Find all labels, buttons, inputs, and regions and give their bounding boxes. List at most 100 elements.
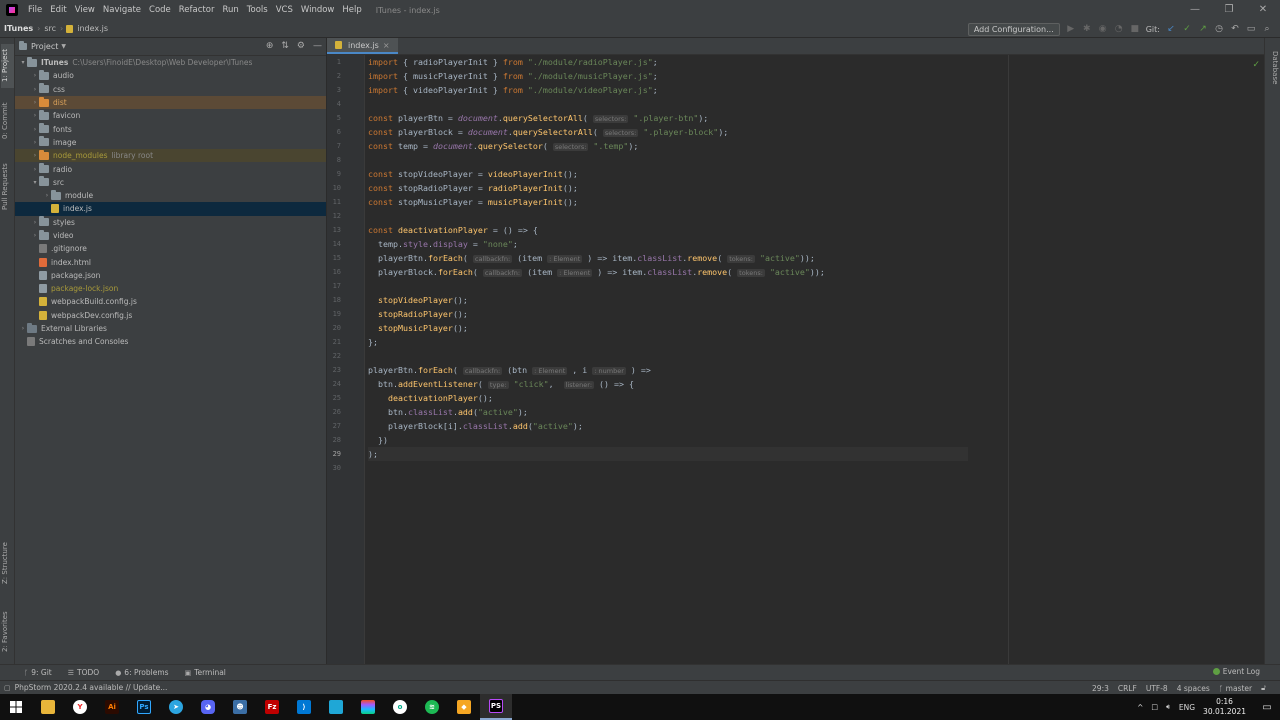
menu-code[interactable]: Code — [145, 5, 175, 15]
rollback-icon[interactable]: ↶ — [1230, 24, 1240, 34]
taskbar-photoshop[interactable]: Ps — [128, 694, 160, 720]
file-encoding[interactable]: UTF-8 — [1146, 684, 1168, 693]
taskbar-app-cyan[interactable] — [320, 694, 352, 720]
chevron-right-icon[interactable]: › — [31, 72, 39, 79]
breadcrumb-file[interactable]: index.js — [73, 24, 112, 33]
chevron-down-icon[interactable]: ▼ — [61, 43, 66, 50]
tree-item[interactable]: ▾ ITunes C:\Users\FinoidE\Desktop\Web Deve… — [15, 56, 326, 69]
tree-item[interactable]: › css — [15, 83, 326, 96]
tab-index-js[interactable]: index.js × — [327, 38, 398, 54]
minimize-button[interactable]: — — [1178, 0, 1212, 20]
tree-item[interactable]: ▾ src — [15, 176, 326, 189]
cursor-position[interactable]: 29:3 — [1092, 684, 1109, 693]
layout-icon[interactable]: ▭ — [1246, 24, 1256, 34]
profile-icon[interactable]: ◔ — [1114, 24, 1124, 34]
notifications-icon[interactable]: ▭ — [1254, 702, 1280, 713]
taskbar-people[interactable]: ☻ — [224, 694, 256, 720]
chevron-right-icon[interactable]: › — [31, 126, 39, 133]
tree-item[interactable]: .gitignore — [15, 242, 326, 255]
chevron-right-icon[interactable]: › — [31, 219, 39, 226]
run-icon[interactable]: ▶ — [1066, 24, 1076, 34]
tool-git[interactable]: ᚴ 9: Git — [16, 668, 60, 677]
chevron-down-icon[interactable]: ▾ — [31, 179, 39, 186]
language-indicator[interactable]: ENG — [1179, 703, 1195, 712]
tool-tab-project[interactable]: 1: Project — [1, 44, 14, 88]
menu-vcs[interactable]: VCS — [272, 5, 297, 15]
line-separator[interactable]: CRLF — [1118, 684, 1137, 693]
taskbar-figma[interactable] — [352, 694, 384, 720]
network-icon[interactable]: ☐ — [1151, 703, 1158, 712]
tree-item[interactable]: webpackBuild.config.js — [15, 295, 326, 308]
git-branch[interactable]: ᚴ master — [1219, 684, 1252, 693]
tool-terminal[interactable]: ▣ Terminal — [177, 668, 234, 677]
chevron-right-icon[interactable]: › — [31, 232, 39, 239]
tool-problems[interactable]: ● 6: Problems — [107, 668, 176, 677]
clock[interactable]: 0:16 30.01.2021 — [1203, 697, 1246, 717]
gear-icon[interactable]: ⚙ — [297, 41, 305, 51]
no-problems-check-icon[interactable]: ✓ — [1252, 60, 1260, 70]
menu-tools[interactable]: Tools — [243, 5, 272, 15]
volume-icon[interactable]: 🔉︎ — [1166, 702, 1171, 712]
add-configuration-button[interactable]: Add Configuration... — [967, 22, 1060, 36]
maximize-button[interactable]: ❐ — [1212, 0, 1246, 20]
chevron-right-icon[interactable]: › — [43, 192, 51, 199]
chevron-right-icon[interactable]: › — [31, 99, 39, 106]
menu-window[interactable]: Window — [297, 5, 339, 15]
tool-tab-database[interactable]: Database — [1266, 46, 1279, 90]
menu-file[interactable]: File — [24, 5, 46, 15]
tree-item[interactable]: index.js — [15, 202, 326, 216]
tree-item[interactable]: › image — [15, 136, 326, 149]
menu-view[interactable]: View — [71, 5, 99, 15]
tree-item[interactable]: › favicon — [15, 109, 326, 122]
chevron-right-icon[interactable]: › — [31, 166, 39, 173]
chevron-right-icon[interactable]: › — [31, 112, 39, 119]
git-commit-icon[interactable]: ✓ — [1182, 24, 1192, 34]
menu-run[interactable]: Run — [218, 5, 242, 15]
tree-item[interactable]: › External Libraries — [15, 322, 326, 335]
tree-item[interactable]: Scratches and Consoles — [15, 335, 326, 348]
tool-tab-commit[interactable]: 0: Commit — [1, 98, 14, 144]
menu-navigate[interactable]: Navigate — [99, 5, 145, 15]
tree-item[interactable]: › styles — [15, 216, 326, 229]
breadcrumb-src[interactable]: src — [40, 24, 60, 33]
taskbar-app-orange[interactable]: ◆ — [448, 694, 480, 720]
tool-tab-favorites[interactable]: 2: Favorites — [1, 606, 14, 658]
tree-item[interactable]: › node_modules library root — [15, 149, 326, 163]
taskbar-vscode[interactable]: ⟩ — [288, 694, 320, 720]
start-button[interactable] — [0, 694, 32, 720]
tree-item[interactable]: package.json — [15, 269, 326, 282]
history-icon[interactable]: ◷ — [1214, 24, 1224, 34]
debug-icon[interactable]: ✱ — [1082, 24, 1092, 34]
lock-icon[interactable]: 🔓︎ — [1261, 683, 1266, 693]
tree-item[interactable]: › audio — [15, 69, 326, 82]
tool-tab-pull-requests[interactable]: Pull Requests — [1, 156, 14, 218]
tree-item[interactable]: index.html — [15, 255, 326, 268]
taskbar-yandex[interactable]: Y — [64, 694, 96, 720]
taskbar-app-green[interactable]: o — [384, 694, 416, 720]
close-button[interactable]: ✕ — [1246, 0, 1280, 20]
tree-item[interactable]: webpackDev.config.js — [15, 309, 326, 322]
menu-refactor[interactable]: Refactor — [175, 5, 219, 15]
taskbar-spotify[interactable]: ≋ — [416, 694, 448, 720]
git-update-icon[interactable]: ↙ — [1166, 24, 1176, 34]
chevron-right-icon[interactable]: › — [31, 152, 39, 159]
chevron-right-icon[interactable]: › — [31, 139, 39, 146]
collapse-all-icon[interactable]: ⇅ — [281, 41, 289, 51]
coverage-icon[interactable]: ◉ — [1098, 24, 1108, 34]
chevron-up-icon[interactable]: ^ — [1137, 703, 1143, 712]
breadcrumb-project[interactable]: ITunes — [0, 24, 37, 33]
menu-help[interactable]: Help — [338, 5, 365, 15]
tree-item[interactable]: › module — [15, 189, 326, 202]
taskbar-illustrator[interactable]: Ai — [96, 694, 128, 720]
chevron-right-icon[interactable]: › — [19, 325, 27, 332]
tree-item[interactable]: › dist — [15, 95, 326, 110]
tree-item[interactable]: › radio — [15, 162, 326, 175]
stop-icon[interactable]: ■ — [1130, 24, 1140, 34]
locate-icon[interactable]: ⊕ — [266, 41, 274, 51]
tree-item[interactable]: › video — [15, 229, 326, 242]
chevron-down-icon[interactable]: ▾ — [19, 59, 27, 66]
indent-setting[interactable]: 4 spaces — [1177, 684, 1210, 693]
tree-item[interactable]: › fonts — [15, 122, 326, 135]
taskbar-telegram[interactable]: ➤ — [160, 694, 192, 720]
tree-item[interactable]: package-lock.json — [15, 282, 326, 295]
